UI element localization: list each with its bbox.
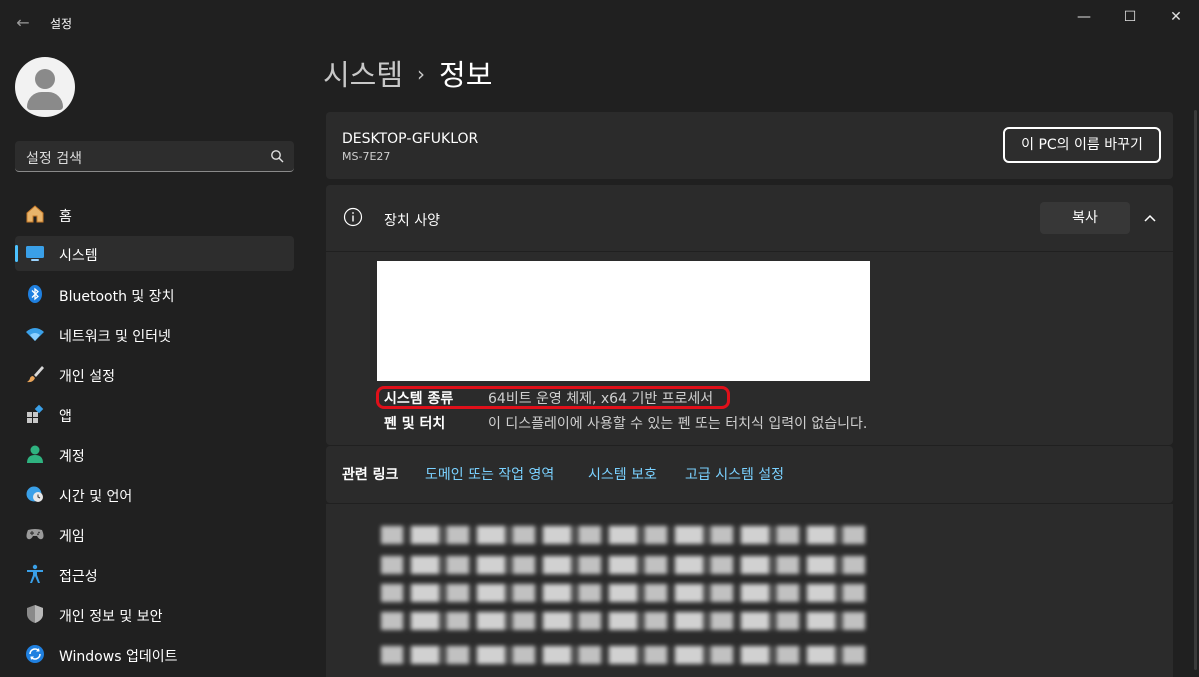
apps-icon xyxy=(27,404,44,423)
blurred-strip xyxy=(381,526,866,544)
link-domain-workgroup[interactable]: 도메인 또는 작업 영역 xyxy=(425,464,554,484)
sidebar-item-label: 접근성 xyxy=(59,569,98,585)
sidebar-item-accounts[interactable]: 계정 xyxy=(15,437,294,472)
blurred-strip xyxy=(381,612,866,630)
brush-icon xyxy=(27,366,44,383)
spec-key: 펜 및 터치 xyxy=(384,416,446,432)
sidebar-item-label: 시간 및 언어 xyxy=(59,489,133,505)
sidebar-item-gaming[interactable]: 게임 xyxy=(15,517,294,552)
sidebar-item-system[interactable]: 시스템 xyxy=(15,236,294,271)
spec-row-system-type: 시스템 종류 64비트 운영 체제, x64 기반 프로세서 xyxy=(384,388,713,408)
related-links-title: 관련 링크 xyxy=(342,467,399,483)
sidebar-item-network[interactable]: 네트워크 및 인터넷 xyxy=(15,317,294,352)
update-icon xyxy=(26,645,44,663)
shield-icon xyxy=(27,605,43,623)
sidebar-item-label: 개인 설정 xyxy=(59,369,115,385)
sidebar-item-label: 홈 xyxy=(59,209,72,225)
close-button[interactable]: ✕ xyxy=(1153,4,1199,30)
sidebar-item-bluetooth[interactable]: Bluetooth 및 장치 xyxy=(15,277,294,312)
spec-value: 이 디스플레이에 사용할 수 있는 펜 또는 터치식 입력이 없습니다. xyxy=(488,416,868,432)
sidebar-item-label: 개인 정보 및 보안 xyxy=(59,609,163,625)
copy-button[interactable]: 복사 xyxy=(1040,202,1130,234)
breadcrumb: 시스템 › 정보 xyxy=(323,52,492,94)
sidebar-item-label: Windows 업데이트 xyxy=(59,649,178,665)
wifi-icon xyxy=(26,328,44,341)
link-advanced-system-settings[interactable]: 고급 시스템 설정 xyxy=(685,464,784,484)
chevron-up-icon xyxy=(1144,214,1156,222)
breadcrumb-parent[interactable]: 시스템 xyxy=(323,58,403,92)
device-specs-body: 시스템 종류 64비트 운영 체제, x64 기반 프로세서 펜 및 터치 이 디스… xyxy=(326,252,1173,445)
sidebar-item-windows-update[interactable]: Windows 업데이트 xyxy=(15,637,294,672)
avatar-head xyxy=(35,69,55,89)
device-model: MS-7E27 xyxy=(342,150,391,163)
page-title: 정보 xyxy=(439,58,493,92)
blurred-strip xyxy=(381,646,866,664)
rename-pc-button[interactable]: 이 PC의 이름 바꾸기 xyxy=(1003,127,1161,163)
maximize-button[interactable]: ☐ xyxy=(1107,4,1153,30)
sidebar-item-personalization[interactable]: 개인 설정 xyxy=(15,357,294,392)
system-icon xyxy=(26,246,44,261)
blurred-region xyxy=(326,504,1173,677)
spec-key: 시스템 종류 xyxy=(384,391,454,407)
gamepad-icon xyxy=(26,529,44,540)
collapse-button[interactable] xyxy=(1138,202,1162,234)
search-input[interactable]: 설정 검색 xyxy=(26,148,82,168)
blurred-strip xyxy=(381,584,866,602)
section-title: 장치 사양 xyxy=(384,213,440,229)
spec-value: 64비트 운영 체제, x64 기반 프로세서 xyxy=(488,391,714,407)
home-icon xyxy=(26,205,44,223)
app-title: 설정 xyxy=(50,17,73,31)
sidebar-item-label: 네트워크 및 인터넷 xyxy=(59,329,171,345)
chevron-right-icon: › xyxy=(417,62,426,86)
sidebar-item-label: 계정 xyxy=(59,449,85,465)
account-icon xyxy=(27,445,43,463)
sidebar-item-label: 게임 xyxy=(59,529,85,545)
info-icon xyxy=(343,207,363,227)
related-links-card: 관련 링크 도메인 또는 작업 영역 시스템 보호 고급 시스템 설정 xyxy=(326,446,1173,503)
redacted-area xyxy=(377,261,870,381)
avatar-body xyxy=(27,92,63,110)
bluetooth-icon xyxy=(28,285,42,303)
sidebar-item-accessibility[interactable]: 접근성 xyxy=(15,557,294,592)
spec-row-pen-touch: 펜 및 터치 이 디스플레이에 사용할 수 있는 펜 또는 터치식 입력이 없습니… xyxy=(384,413,867,433)
device-specs-header[interactable]: 장치 사양 복사 xyxy=(326,185,1173,251)
back-button[interactable]: ← xyxy=(12,12,34,34)
active-indicator xyxy=(15,245,18,262)
sidebar-item-label: 앱 xyxy=(59,409,72,425)
device-name: DESKTOP-GFUKLOR xyxy=(342,131,479,147)
link-system-protection[interactable]: 시스템 보호 xyxy=(588,464,657,484)
blurred-strip xyxy=(381,556,866,574)
accessibility-icon xyxy=(27,564,43,583)
sidebar-item-time-language[interactable]: 시간 및 언어 xyxy=(15,477,294,512)
sidebar-item-label: Bluetooth 및 장치 xyxy=(59,289,175,305)
search-icon xyxy=(271,150,284,163)
back-arrow-icon: ← xyxy=(16,13,30,32)
search-box[interactable]: 설정 검색 xyxy=(15,141,294,172)
device-name-card: DESKTOP-GFUKLOR MS-7E27 이 PC의 이름 바꾸기 xyxy=(326,112,1173,179)
avatar[interactable] xyxy=(15,57,75,117)
scrollbar[interactable] xyxy=(1194,110,1197,670)
globe-clock-icon xyxy=(26,486,43,502)
sidebar-item-apps[interactable]: 앱 xyxy=(15,397,294,432)
minimize-button[interactable]: — xyxy=(1061,4,1107,30)
sidebar-item-privacy[interactable]: 개인 정보 및 보안 xyxy=(15,597,294,632)
sidebar-item-home[interactable]: 홈 xyxy=(15,197,294,232)
sidebar-item-label: 시스템 xyxy=(59,248,98,264)
